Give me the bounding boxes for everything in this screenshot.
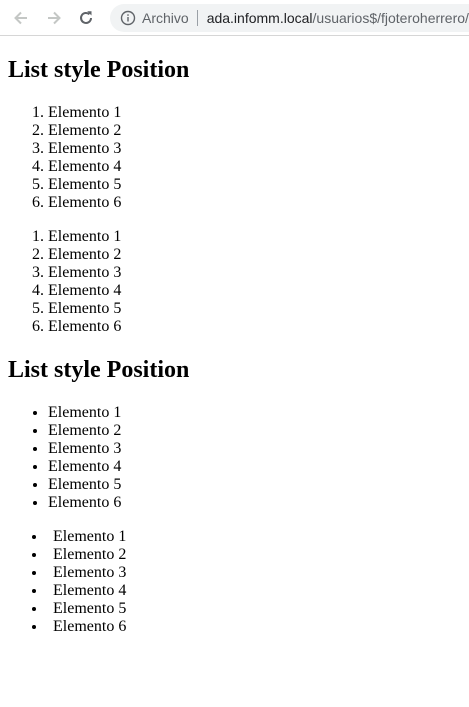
unordered-list-inside: Elemento 1 Elemento 2 Elemento 3 Element…	[8, 528, 461, 636]
ordered-list-inside: Elemento 1 Elemento 2 Elemento 3 Element…	[8, 228, 461, 336]
url-text[interactable]: ada.infomm.local/usuarios$/fjoteroherrer…	[207, 10, 469, 26]
list-item: Elemento 4	[48, 158, 461, 176]
list-item: Elemento 6	[48, 194, 461, 212]
list-item: Elemento 6	[32, 618, 461, 636]
list-item: Elemento 1	[32, 228, 461, 246]
chip-divider	[196, 10, 198, 26]
page-heading: List style Position	[8, 357, 190, 383]
browser-toolbar: Archivo ada.infomm.local/usuarios$/fjote…	[0, 0, 469, 36]
page-content: List style Position Elemento 1 Elemento …	[0, 56, 469, 636]
ordered-list-outside: Elemento 1 Elemento 2 Elemento 3 Element…	[8, 104, 461, 212]
security-chip[interactable]: Archivo	[142, 10, 189, 26]
list-item: Elemento 3	[48, 440, 461, 458]
list-item: Elemento 1	[48, 104, 461, 122]
back-button[interactable]	[9, 6, 33, 30]
list-item: Elemento 1	[32, 528, 461, 546]
arrow-right-icon	[48, 11, 61, 25]
address-bar[interactable]: Archivo ada.infomm.local/usuarios$/fjote…	[110, 4, 469, 32]
url-host: ada.infomm.local	[206, 10, 313, 26]
reload-icon	[80, 11, 92, 24]
list-item: Elemento 2	[32, 246, 461, 264]
list-item: Elemento 6	[32, 318, 461, 336]
forward-button[interactable]	[42, 6, 66, 30]
list-item: Elemento 4	[48, 458, 461, 476]
list-item: Elemento 3	[32, 564, 461, 582]
page-heading: List style Position	[8, 57, 190, 83]
list-item: Elemento 4	[32, 282, 461, 300]
list-item: Elemento 5	[48, 476, 461, 494]
url-path: /usuarios$/fjoteroherrero/	[312, 10, 469, 26]
list-item: Elemento 4	[32, 582, 461, 600]
list-item: Elemento 1	[48, 404, 461, 422]
list-item: Elemento 6	[48, 494, 461, 512]
list-item: Elemento 2	[48, 122, 461, 140]
list-item: Elemento 2	[32, 546, 461, 564]
unordered-list-outside: Elemento 1 Elemento 2 Elemento 3 Element…	[8, 404, 461, 512]
info-icon[interactable]	[120, 10, 136, 26]
list-item: Elemento 3	[32, 264, 461, 282]
list-item: Elemento 5	[32, 300, 461, 318]
list-item: Elemento 5	[48, 176, 461, 194]
list-item: Elemento 3	[48, 140, 461, 158]
arrow-left-icon	[14, 11, 27, 25]
list-item: Elemento 5	[32, 600, 461, 618]
reload-button[interactable]	[74, 6, 98, 30]
list-item: Elemento 2	[48, 422, 461, 440]
